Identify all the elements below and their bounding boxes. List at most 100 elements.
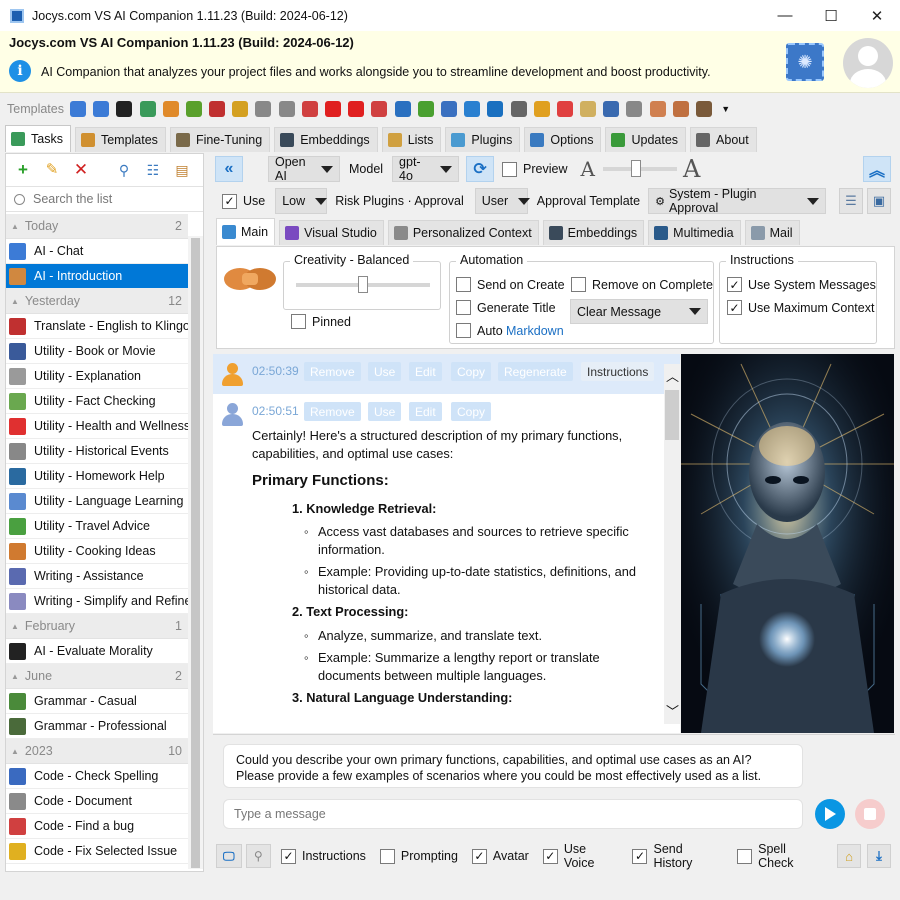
maximize-button[interactable]: ☐ — [808, 0, 854, 31]
template-icon[interactable] — [487, 101, 504, 117]
generate-title-checkbox[interactable] — [456, 300, 471, 315]
list-item[interactable]: Utility - Travel Advice — [6, 514, 188, 539]
template-icon[interactable] — [371, 101, 388, 117]
search-box[interactable]: Search the list — [6, 186, 203, 212]
use-button[interactable]: Use — [368, 362, 402, 381]
edit-button[interactable]: Edit — [409, 362, 442, 381]
save-icon[interactable]: ▣ — [867, 188, 891, 214]
tab-lists[interactable]: Lists — [381, 127, 442, 152]
edit-icon[interactable]: ✎ — [42, 160, 62, 180]
template-icon[interactable] — [440, 101, 457, 117]
template-icon[interactable] — [394, 101, 411, 117]
template-icon[interactable] — [185, 101, 202, 117]
font-size-slider[interactable] — [602, 160, 677, 177]
remove-on-complete-checkbox[interactable] — [571, 277, 586, 292]
tab-embeddings[interactable]: Embeddings — [274, 127, 378, 152]
add-icon[interactable]: + — [13, 160, 33, 180]
spell-check-checkbox[interactable] — [737, 848, 753, 864]
list-group-header[interactable]: ▲ Today 2 — [6, 214, 188, 239]
stop-button[interactable] — [855, 799, 885, 829]
window-title-bar[interactable]: Jocys.com VS AI Companion 1.11.23 (Build… — [0, 0, 900, 31]
task-list-scrollbar[interactable] — [188, 236, 203, 869]
pinned-checkbox[interactable] — [291, 314, 306, 329]
list-item[interactable]: AI - Chat — [6, 239, 188, 264]
tab-updates[interactable]: Updates — [605, 127, 687, 152]
use-voice-checkbox[interactable]: ✓ — [542, 848, 558, 864]
prompt-preview[interactable]: Could you describe your own primary func… — [223, 744, 803, 788]
template-icon[interactable] — [510, 101, 527, 117]
approval-dropdown[interactable]: User — [474, 188, 531, 214]
template-icon[interactable] — [325, 101, 342, 117]
list-item[interactable]: Utility - Book or Movie — [6, 339, 188, 364]
list-group-header[interactable]: ▲ February 1 — [6, 614, 188, 639]
send-history-checkbox[interactable]: ✓ — [632, 848, 648, 864]
markdown-link[interactable]: Markdown — [506, 324, 564, 338]
send-on-create-checkbox[interactable] — [456, 277, 471, 292]
chat-scrollbar[interactable]: ︿ ﹀ — [664, 364, 680, 724]
use-system-messages-checkbox[interactable]: ✓ — [727, 277, 742, 292]
list-group-header[interactable]: ▲ Yesterday 12 — [6, 289, 188, 314]
template-icon[interactable] — [696, 101, 713, 117]
scrollbar-thumb[interactable] — [191, 238, 200, 868]
copy-button[interactable]: Copy — [451, 362, 492, 381]
instructions-checkbox[interactable]: ✓ — [281, 848, 296, 864]
minimize-button[interactable]: — — [762, 0, 808, 31]
clean-icon[interactable]: ⚲ — [114, 160, 134, 180]
collapse-left-button[interactable]: « — [215, 156, 243, 182]
close-button[interactable]: ✕ — [854, 0, 900, 31]
use-button[interactable]: Use — [368, 402, 402, 421]
subtab-main[interactable]: Main — [216, 218, 276, 245]
template-icon[interactable] — [255, 101, 272, 117]
instructions-button[interactable]: Instructions — [581, 362, 655, 381]
list-item[interactable]: Writing - Simplify and Refine — [6, 589, 191, 614]
list-item[interactable]: Utility - Explanation — [6, 364, 188, 389]
list-item[interactable]: Code - Check Spelling — [6, 764, 188, 789]
copy-list-icon[interactable]: ☷ — [143, 160, 163, 180]
template-icon[interactable] — [301, 101, 318, 117]
list-item[interactable]: Utility - Fact Checking — [6, 389, 188, 414]
list-item[interactable]: Grammar - Professional — [6, 714, 188, 739]
scroll-up-icon[interactable]: ︿ — [666, 366, 679, 385]
list-item[interactable]: Code - Find a bug — [6, 814, 188, 839]
paste-icon[interactable]: ▤ — [172, 160, 192, 180]
template-icon[interactable] — [649, 101, 666, 117]
chevron-down-icon[interactable]: ▼ — [721, 104, 730, 114]
delete-icon[interactable]: ✕ — [71, 160, 91, 180]
template-icon[interactable] — [603, 101, 620, 117]
broom-icon[interactable]: ⌂ — [837, 844, 861, 868]
scroll-bottom-icon[interactable]: ⤓ — [867, 844, 891, 868]
subtab-multimedia[interactable]: Multimedia — [648, 220, 741, 245]
subtab-personalized-context[interactable]: Personalized Context — [387, 220, 539, 245]
slider-thumb[interactable] — [630, 160, 641, 177]
list-group-header[interactable]: ▲ 2023 10 — [6, 739, 188, 764]
tab-about[interactable]: About — [690, 127, 757, 152]
list-item[interactable]: Utility - Cooking Ideas — [6, 539, 188, 564]
brain-chip-icon[interactable]: ✺ — [786, 43, 824, 81]
list-item[interactable]: Grammar - Casual — [6, 689, 188, 714]
tab-fine-tuning[interactable]: Fine-Tuning — [169, 127, 271, 152]
provider-dropdown[interactable]: Open AI — [268, 155, 340, 183]
prompting-checkbox[interactable] — [379, 848, 395, 864]
scroll-down-icon[interactable]: ﹀ — [666, 701, 679, 720]
subtab-embeddings[interactable]: Embeddings — [542, 220, 645, 245]
preview-checkbox[interactable] — [502, 161, 518, 177]
list-item[interactable]: Writing - Assistance — [6, 564, 188, 589]
template-icon[interactable] — [417, 101, 434, 117]
attach-icon[interactable]: ⚲ — [245, 844, 271, 868]
list-item[interactable]: AI - Evaluate Morality — [6, 639, 188, 664]
template-icon[interactable] — [139, 101, 156, 117]
slider-thumb[interactable] — [358, 276, 368, 293]
remove-button[interactable]: Remove — [304, 362, 361, 381]
template-icon[interactable] — [278, 101, 295, 117]
tab-templates[interactable]: Templates — [74, 127, 166, 152]
approval-template-dropdown[interactable]: ⚙ System - Plugin Approval — [648, 187, 827, 215]
copy-button[interactable]: Copy — [451, 402, 492, 421]
risk-level-dropdown[interactable]: Low — [275, 188, 328, 214]
font-smaller-icon[interactable]: A — [581, 157, 595, 181]
collapse-up-button[interactable]: ︽ — [863, 156, 891, 182]
list-item[interactable]: Translate - English to Klingon — [6, 314, 197, 339]
clear-message-dropdown[interactable]: Clear Message — [570, 299, 708, 324]
avatar-checkbox[interactable]: ✓ — [471, 848, 487, 864]
remove-button[interactable]: Remove — [304, 402, 361, 421]
list-item[interactable]: Utility - Health and Wellness — [6, 414, 190, 439]
